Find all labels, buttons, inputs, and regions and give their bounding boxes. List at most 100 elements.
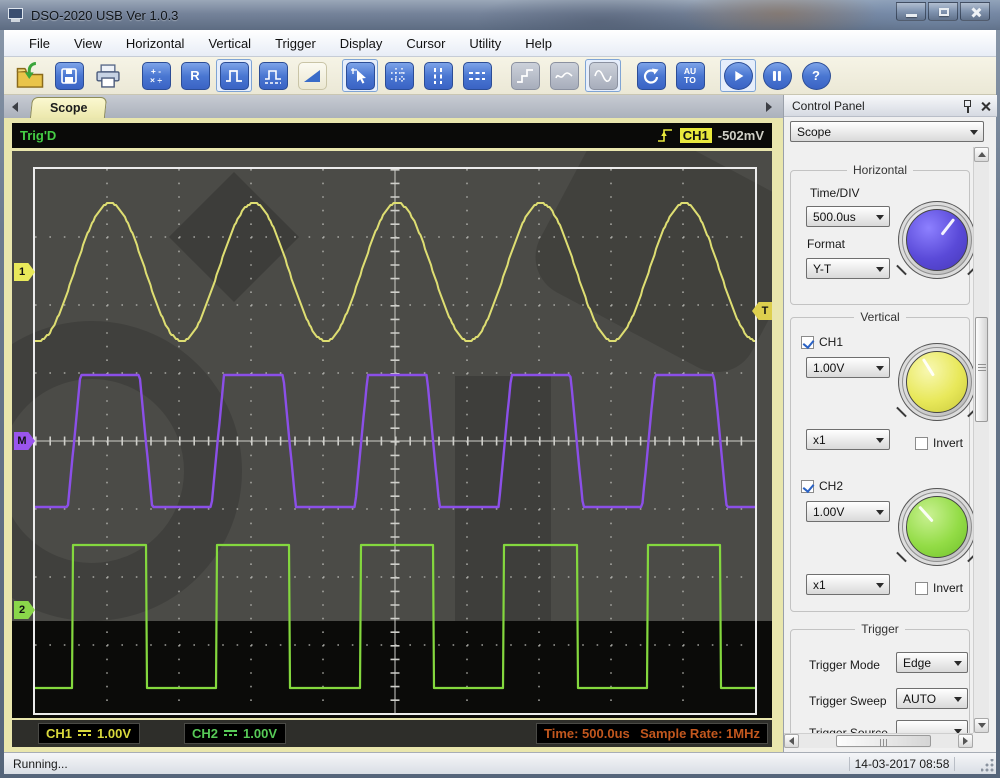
menu-view[interactable]: View: [63, 32, 113, 55]
horizontal-scroll-thumb[interactable]: [836, 735, 931, 747]
step-icon: [517, 68, 533, 83]
time-div-dropdown[interactable]: 500.0us: [806, 206, 890, 227]
help-button[interactable]: ?: [798, 59, 834, 92]
ch2-invert-checkbox[interactable]: Invert: [915, 581, 963, 595]
trigger-group-title: Trigger: [861, 622, 899, 636]
menu-vertical[interactable]: Vertical: [197, 32, 262, 55]
ch1-probe-dropdown[interactable]: x1: [806, 429, 890, 450]
open-file-button[interactable]: [12, 59, 48, 92]
statusbar: Running... 14-03-2017 08:58: [4, 752, 996, 774]
grid-display-button[interactable]: [381, 59, 417, 92]
trigger-sweep-dropdown[interactable]: AUTO: [896, 688, 968, 709]
step-interpolation-button[interactable]: [507, 59, 543, 92]
horizontal-position-knob[interactable]: [896, 201, 973, 279]
run-button[interactable]: [720, 59, 756, 92]
status-text: Running...: [13, 757, 68, 771]
ramp-button[interactable]: [294, 59, 330, 92]
ramp-icon: [304, 69, 320, 82]
vertical-cursors-button[interactable]: [420, 59, 456, 92]
sine-wave-icon: [594, 69, 612, 82]
panel-selector-dropdown[interactable]: Scope: [790, 121, 984, 142]
waveform-display: 1 M 2 T: [12, 151, 772, 718]
graticule: [33, 167, 757, 715]
window-title: DSO-2020 USB Ver 1.0.3: [31, 7, 179, 23]
ch2-readout: CH2 1.00V: [184, 723, 286, 744]
tab-scroll-right-button[interactable]: [762, 99, 776, 114]
ch2-enable-checkbox[interactable]: CH2: [801, 479, 843, 493]
ch1-invert-checkbox[interactable]: Invert: [915, 436, 963, 450]
pulse-width-button[interactable]: [255, 59, 291, 92]
menu-utility[interactable]: Utility: [458, 32, 512, 55]
menu-horizontal[interactable]: Horizontal: [115, 32, 196, 55]
menu-file[interactable]: File: [18, 32, 61, 55]
save-button[interactable]: [51, 59, 87, 92]
scroll-right-button[interactable]: [958, 734, 973, 748]
grid-icon: [391, 67, 407, 84]
pulse-wave-button[interactable]: [216, 59, 252, 92]
datetime-text: 14-03-2017 08:58: [849, 757, 955, 771]
panel-close-icon[interactable]: [980, 101, 991, 112]
square-wave-icon: [226, 69, 242, 82]
ch1-enable-checkbox[interactable]: CH1: [801, 335, 843, 349]
print-button[interactable]: [90, 59, 126, 92]
menu-help[interactable]: Help: [514, 32, 563, 55]
cursor-select-button[interactable]: [342, 59, 378, 92]
tab-scope[interactable]: Scope: [29, 97, 108, 118]
scroll-up-button[interactable]: [974, 147, 989, 162]
horizontal-cursors-button[interactable]: [459, 59, 495, 92]
control-panel-header: Control Panel: [784, 95, 997, 117]
trigger-source-badge: CH1: [679, 128, 712, 143]
tabstrip: Scope: [4, 95, 783, 118]
ch1-scale-dropdown[interactable]: 1.00V: [806, 357, 890, 378]
panel-vertical-scrollbar[interactable]: [973, 147, 989, 733]
refresh-icon: [643, 68, 659, 84]
floppy-icon: [61, 67, 77, 84]
control-panel-title: Control Panel: [792, 98, 865, 113]
resize-grip[interactable]: [981, 759, 994, 772]
titlebar: DSO-2020 USB Ver 1.0.3: [0, 0, 1000, 30]
ch1-position-knob[interactable]: [896, 343, 973, 421]
horizontal-cursors-icon: [469, 71, 485, 80]
pause-button[interactable]: [759, 59, 795, 92]
trigger-mode-label: Trigger Mode: [809, 658, 880, 672]
pulse-icon: [265, 69, 281, 84]
trigger-group: Trigger: [790, 622, 970, 733]
menu-cursor[interactable]: Cursor: [395, 32, 456, 55]
scroll-down-button[interactable]: [974, 718, 989, 733]
app-icon: [8, 7, 25, 23]
menu-display[interactable]: Display: [329, 32, 394, 55]
autoset-button[interactable]: AU TO: [672, 59, 708, 92]
tab-scroll-left-button[interactable]: [8, 99, 22, 114]
reference-button[interactable]: R: [177, 59, 213, 92]
close-button[interactable]: [960, 2, 990, 21]
trigger-source-dropdown[interactable]: [896, 720, 968, 733]
menu-trigger[interactable]: Trigger: [264, 32, 327, 55]
ch2-scale-dropdown[interactable]: 1.00V: [806, 501, 890, 522]
trigger-sweep-label: Trigger Sweep: [809, 694, 887, 708]
ch1-readout: CH1 1.00V: [38, 723, 140, 744]
scope-page: Trig'D CH1 -502mV 1 M 2 T CH1 1.00V CH2 …: [4, 118, 783, 752]
minimize-button[interactable]: [896, 2, 926, 21]
trigger-source-label: Trigger Source: [809, 726, 888, 733]
dc-coupling-icon: [224, 729, 238, 738]
linear-interpolation-button[interactable]: [546, 59, 582, 92]
ch2-position-knob[interactable]: [896, 488, 973, 566]
scroll-left-button[interactable]: [784, 734, 799, 748]
format-label: Format: [807, 237, 846, 251]
vertical-group-title: Vertical: [860, 310, 900, 324]
maximize-button[interactable]: [928, 2, 958, 21]
play-icon: [735, 70, 744, 81]
math-button[interactable]: + - × ÷: [138, 59, 174, 92]
trigger-mode-dropdown[interactable]: Edge: [896, 652, 968, 673]
refresh-button[interactable]: [633, 59, 669, 92]
app-window: DSO-2020 USB Ver 1.0.3 File View Horizon…: [0, 0, 1000, 778]
panel-horizontal-scrollbar[interactable]: [784, 733, 973, 748]
sine-interpolation-button[interactable]: [585, 59, 621, 92]
pointer-icon: [351, 67, 366, 84]
pin-icon[interactable]: [963, 99, 972, 113]
rising-edge-icon: [657, 129, 672, 142]
format-dropdown[interactable]: Y-T: [806, 258, 890, 279]
vertical-scroll-thumb[interactable]: [975, 317, 988, 422]
ch1-position-marker[interactable]: 1: [14, 263, 35, 281]
ch2-probe-dropdown[interactable]: x1: [806, 574, 890, 595]
